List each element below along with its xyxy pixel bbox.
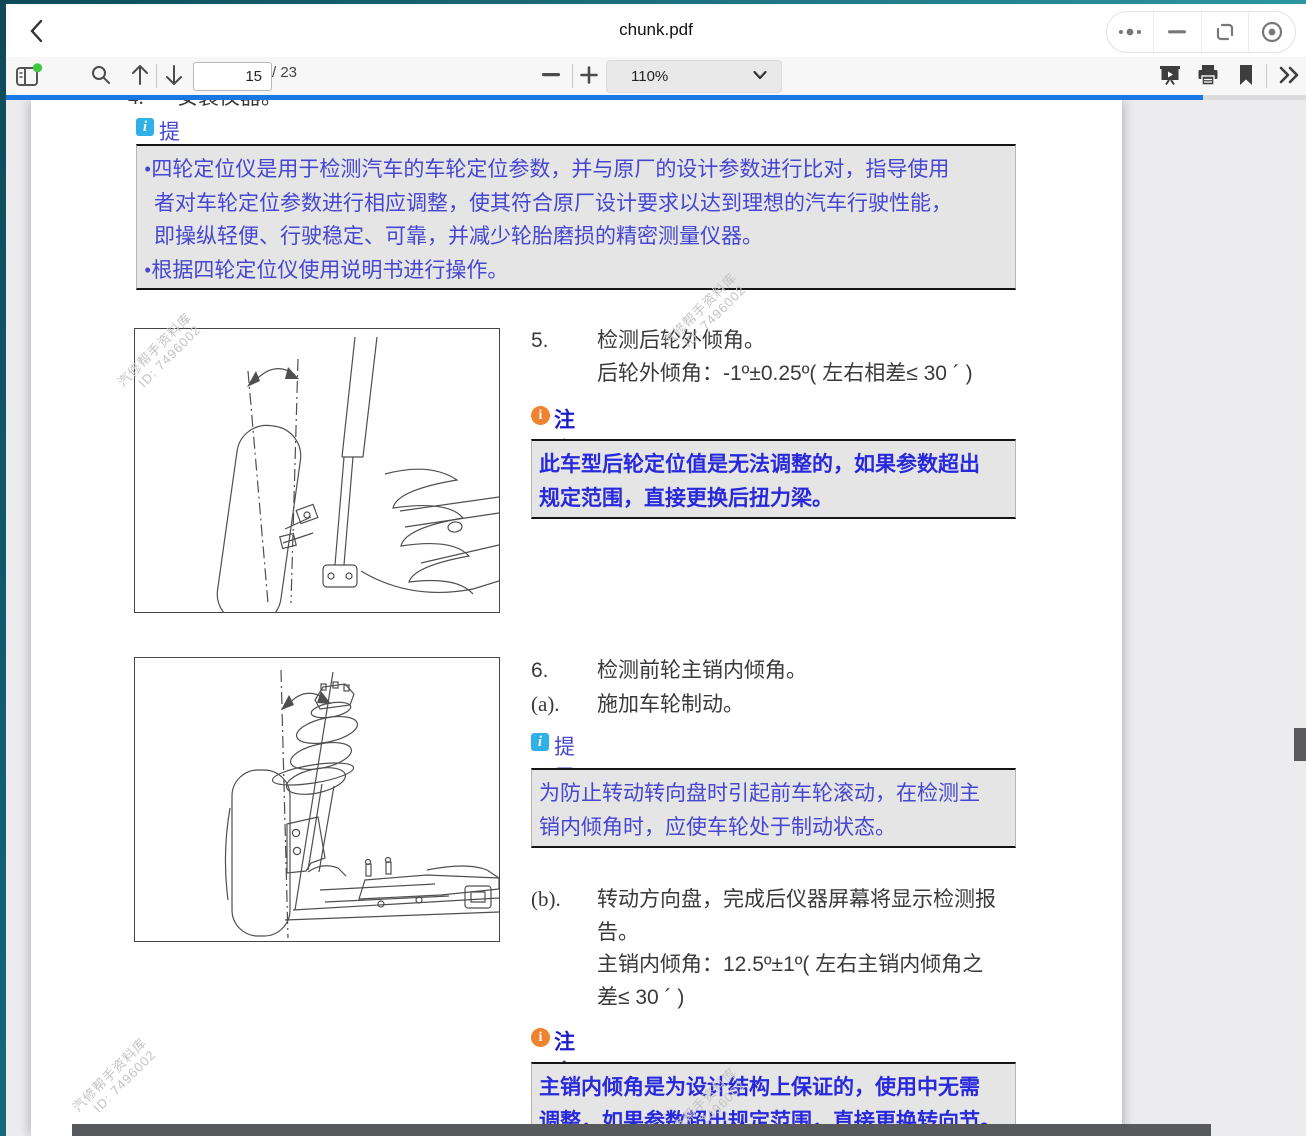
minimize-icon	[1168, 29, 1186, 35]
toolbar-separator	[1266, 64, 1267, 88]
restore-button[interactable]	[1201, 12, 1248, 52]
window-frame-left	[0, 0, 6, 1136]
arrow-down-icon	[164, 63, 184, 87]
toolbar-separator	[572, 64, 573, 88]
pdf-viewport[interactable]: 4. 安装仪器。 i 提示: •四轮定位仪是用于检测汽车的车轮定位参数，并与原厂…	[6, 100, 1306, 1136]
pdf-toolbar: / 23 110%	[6, 57, 1306, 95]
notice-box-line: 主销内倾角是为设计结构上保证的，使用中无需	[532, 1071, 1015, 1105]
record-button[interactable]	[1248, 12, 1295, 52]
loading-progress-fill	[6, 95, 1203, 100]
sidebar-panel-icon	[15, 63, 43, 89]
tip-box-line: 即操纵轻便、行驶稳定、可靠，并减少轮胎磨损的精密测量仪器。	[137, 220, 1015, 254]
tip-box-line: •根据四轮定位仪使用说明书进行操作。	[137, 254, 1015, 288]
step-title: 检测前轮主销内倾角。	[597, 659, 807, 683]
more-options-button[interactable]	[1107, 12, 1153, 52]
page-number-input[interactable]	[193, 62, 272, 91]
bookmark-button[interactable]	[1234, 62, 1258, 88]
tip-box-line: 者对车轮定位参数进行相应调整，使其符合原厂设计要求以达到理想的汽车行驶性能，	[137, 187, 1015, 221]
search-icon	[90, 64, 112, 86]
info-glyph: i	[143, 119, 147, 135]
info-notice-icon: i	[531, 1028, 550, 1047]
zoom-in-button[interactable]	[576, 62, 602, 88]
next-page-button[interactable]	[161, 61, 187, 89]
notice-box-line: 规定范围，直接更换后扭力梁。	[532, 482, 1015, 516]
tip-box: •四轮定位仪是用于检测汽车的车轮定位参数，并与原厂的设计参数进行比对，指导使用 …	[136, 144, 1016, 290]
browser-window: { "window": { "title": "chunk.pdf" }, "t…	[0, 0, 1306, 1136]
notice-box-line: 此车型后轮定位值是无法调整的，如果参数超出	[532, 448, 1015, 482]
substep-text: 施加车轮制动。	[597, 692, 744, 716]
vertical-scrollbar-thumb[interactable]	[1294, 728, 1306, 761]
presentation-screen-icon	[1158, 63, 1182, 87]
previous-page-button[interactable]	[127, 61, 153, 89]
pdf-page: 4. 安装仪器。 i 提示: •四轮定位仪是用于检测汽车的车轮定位参数，并与原厂…	[31, 100, 1122, 1136]
figure-rear-camber-diagram	[134, 328, 500, 613]
more-tools-button[interactable]	[1274, 62, 1304, 88]
substep-text-line: 转动方向盘，完成后仪器屏幕将显示检测报	[597, 887, 996, 911]
info-glyph: i	[538, 734, 542, 750]
info-tip-icon: i	[531, 733, 549, 751]
tip-box-line: 销内倾角时，应使车轮处于制动状态。	[532, 811, 1015, 845]
presentation-mode-button[interactable]	[1156, 62, 1184, 88]
tip-box-line: 为防止转动转向盘时引起前车轮滚动，在检测主	[532, 777, 1015, 811]
bookmark-icon	[1238, 64, 1254, 86]
step-number: 4.	[128, 100, 144, 109]
info-tip-icon: i	[136, 118, 154, 136]
spec-text: 后轮外倾角：-1º±0.25º( 左右相差≤ 30 ´ )	[597, 362, 973, 386]
figure-front-kingpin-diagram	[134, 657, 500, 942]
page-count-label: / 23	[272, 64, 297, 81]
spec-text-line: 差≤ 30 ´ )	[597, 986, 684, 1010]
printer-icon	[1196, 63, 1220, 87]
zoom-level-select[interactable]: 110%	[606, 60, 782, 93]
zoom-level-value: 110%	[631, 68, 668, 85]
substep-letter: (a).	[531, 692, 560, 716]
toolbar-separator	[156, 64, 157, 88]
info-glyph: i	[539, 408, 543, 423]
tip-box: 为防止转动转向盘时引起前车轮滚动，在检测主 销内倾角时，应使车轮处于制动状态。	[531, 768, 1016, 848]
notice-box: 此车型后轮定位值是无法调整的，如果参数超出 规定范围，直接更换后扭力梁。	[531, 439, 1016, 519]
step-number: 5.	[531, 329, 549, 353]
window-frame-top	[0, 0, 1306, 4]
more-dots-icon	[1117, 26, 1143, 38]
substep-letter: (b).	[531, 887, 561, 911]
step-item: 4. 安装仪器。	[128, 100, 282, 109]
zoom-out-button[interactable]	[538, 62, 564, 88]
chevron-down-icon	[753, 70, 767, 80]
floating-bottom-toolbar[interactable]	[72, 1124, 1211, 1136]
tip-box-line: •四轮定位仪是用于检测汽车的车轮定位参数，并与原厂的设计参数进行比对，指导使用	[137, 153, 1015, 187]
step-text: 安装仪器。	[177, 100, 282, 109]
plus-icon	[580, 66, 598, 84]
title-bar: chunk.pdf	[6, 4, 1306, 58]
print-button[interactable]	[1194, 62, 1222, 88]
step-number: 6.	[531, 659, 549, 683]
sidebar-toggle-button[interactable]	[14, 63, 44, 89]
info-notice-icon: i	[531, 406, 550, 425]
info-glyph: i	[539, 1030, 543, 1045]
search-button[interactable]	[88, 62, 114, 88]
window-controls	[1106, 11, 1296, 53]
watermark: 汽修帮手资料库 ID: 7496002	[70, 1035, 161, 1126]
restore-window-icon	[1214, 21, 1236, 43]
spec-text-line: 主销内倾角：12.5º±1º( 左右主销内倾角之	[597, 953, 983, 977]
record-circle-icon	[1260, 20, 1284, 44]
minus-icon	[542, 73, 560, 77]
loading-progress-track	[6, 95, 1306, 100]
double-chevron-right-icon	[1277, 65, 1301, 85]
minimize-button[interactable]	[1153, 12, 1200, 52]
arrow-up-icon	[130, 63, 150, 87]
substep-text-line: 告。	[597, 920, 639, 944]
